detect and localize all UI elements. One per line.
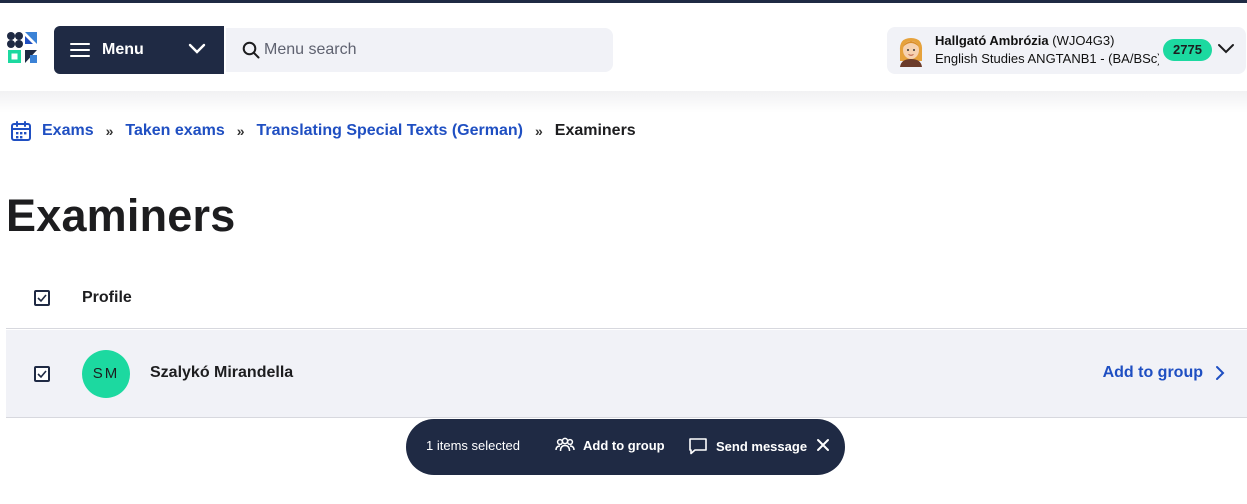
menu-label: Menu — [102, 41, 144, 58]
menu-button[interactable]: Menu — [54, 26, 224, 74]
breadcrumb-separator: » — [236, 123, 245, 139]
chevron-right-icon — [1216, 366, 1225, 380]
breadcrumb: Exams » Taken exams » Translating Specia… — [10, 118, 636, 144]
user-card[interactable]: Hallgató Ambrózia (WJO4G3) English Studi… — [887, 27, 1246, 74]
user-program: English Studies ANGTANB1 - (BA/BSc)... — [935, 51, 1159, 66]
breadcrumb-taken-exams[interactable]: Taken exams — [125, 122, 224, 140]
menu-search — [226, 28, 613, 72]
close-icon[interactable] — [816, 438, 830, 452]
table-row[interactable]: SM Szalykó Mirandella Add to group — [6, 330, 1247, 418]
user-code: (WJO4G3) — [1052, 33, 1115, 48]
page-title: Examiners — [6, 190, 236, 241]
user-name-line: Hallgató Ambrózia (WJO4G3) — [935, 33, 1114, 48]
search-input[interactable] — [264, 41, 584, 59]
breadcrumb-exams[interactable]: Exams — [42, 122, 94, 140]
app-header: Menu Hallgató Ambrózia (WJO4G3) English … — [0, 3, 1247, 91]
bulk-add-to-group-label: Add to group — [583, 437, 665, 453]
breadcrumb-separator: » — [534, 123, 543, 139]
breadcrumb-course[interactable]: Translating Special Texts (German) — [257, 122, 523, 140]
send-message-label: Send message — [716, 438, 808, 454]
column-header-profile[interactable]: Profile — [82, 289, 132, 307]
breadcrumb-separator: » — [105, 123, 114, 139]
group-icon — [555, 437, 575, 452]
add-to-group-link[interactable]: Add to group — [1103, 364, 1225, 382]
notification-badge[interactable]: 2775 — [1163, 39, 1212, 61]
add-to-group-label: Add to group — [1102, 364, 1203, 381]
bulk-add-to-group-button[interactable]: Add to group — [555, 437, 665, 453]
breadcrumb-current: Examiners — [554, 122, 636, 139]
user-name: Hallgató Ambrózia — [935, 33, 1049, 48]
search-icon — [242, 41, 260, 59]
examiner-name: Szalykó Mirandella — [150, 364, 294, 381]
bulk-action-bar: 1 items selected Add to group Send messa… — [406, 419, 845, 475]
checkmark-icon — [37, 370, 47, 379]
message-icon — [689, 438, 707, 455]
checkmark-icon — [37, 294, 47, 303]
table-header: Profile — [6, 268, 1247, 329]
user-avatar — [899, 38, 923, 67]
row-checkbox[interactable] — [34, 366, 50, 382]
selection-count: 1 items selected — [426, 438, 520, 453]
app-logo[interactable] — [6, 31, 38, 65]
hamburger-icon — [70, 43, 90, 57]
header-shadow — [0, 91, 1247, 113]
chevron-down-icon[interactable] — [1217, 43, 1235, 55]
send-message-button[interactable]: Send message — [688, 437, 807, 455]
calendar-icon — [11, 121, 31, 141]
chevron-down-icon — [188, 43, 206, 54]
select-all-checkbox[interactable] — [34, 290, 50, 306]
avatar: SM — [82, 350, 130, 398]
